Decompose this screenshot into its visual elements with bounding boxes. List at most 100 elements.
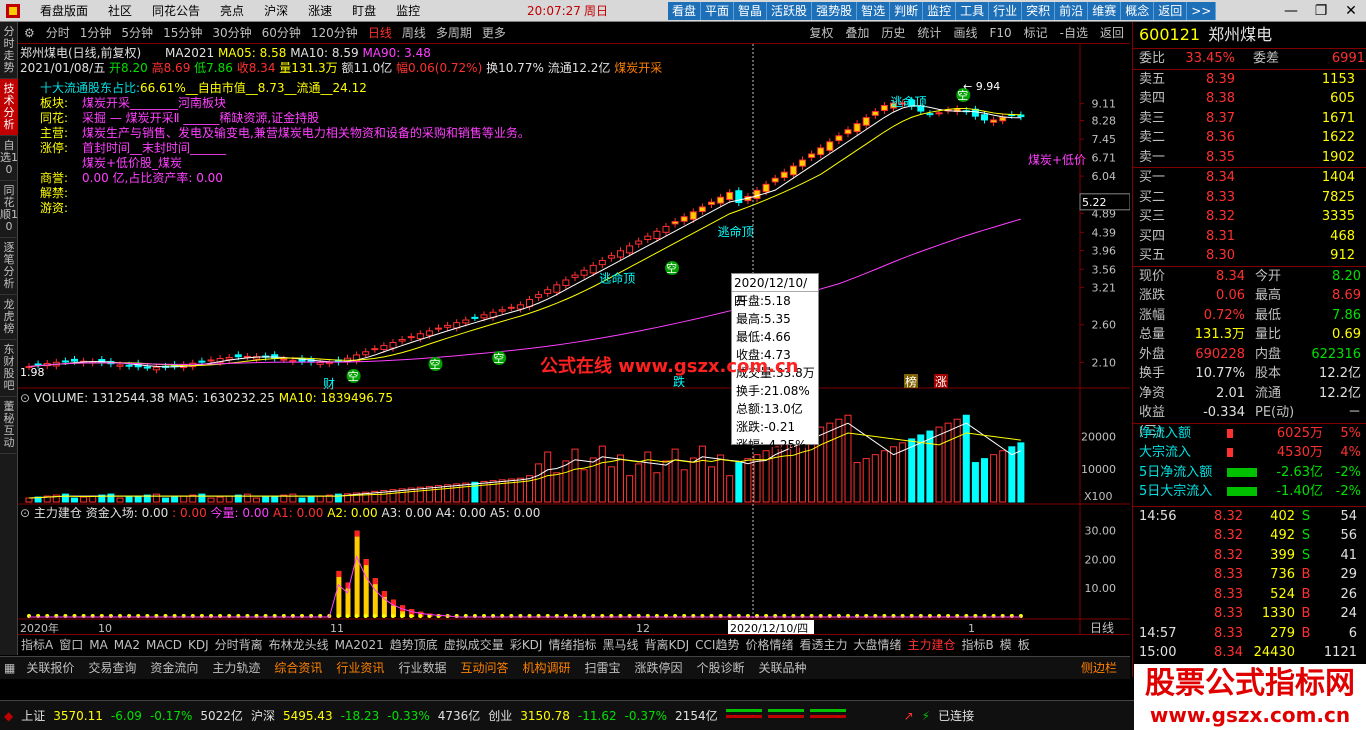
quick-button-7[interactable]: 监控 (923, 2, 957, 20)
bottom-tab-11[interactable]: 个股诊断 (690, 657, 752, 679)
indicator-tab-1[interactable]: 窗口 (56, 635, 86, 656)
menu-item-2[interactable]: 同花公告 (142, 0, 210, 22)
toolbar-button-5[interactable]: F10 (983, 22, 1017, 44)
period-tab-3[interactable]: 15分钟 (158, 22, 207, 44)
ask-row-2[interactable]: 卖三 8.37 1671 (1133, 109, 1366, 129)
period-tab-1[interactable]: 1分钟 (75, 22, 117, 44)
indicator-tab-5[interactable]: KDJ (185, 635, 212, 656)
period-tab-9[interactable]: 多周期 (431, 22, 477, 44)
ask-row-3[interactable]: 卖二 8.36 1622 (1133, 128, 1366, 148)
indicator-tab-15[interactable]: CCI趋势 (692, 635, 742, 656)
bottom-tab-6[interactable]: 行业数据 (391, 657, 453, 679)
period-tab-10[interactable]: 更多 (477, 22, 511, 44)
bottom-tab-1[interactable]: 交易查询 (81, 657, 143, 679)
menu-item-7[interactable]: 监控 (386, 0, 430, 22)
bottom-tab-9[interactable]: 扫雷宝 (577, 657, 627, 679)
vtab-6[interactable]: 东财股吧 (0, 340, 18, 397)
vtab-3[interactable]: 同花顺10 (0, 181, 18, 238)
chart-tool-icon[interactable]: ↗ (900, 701, 918, 730)
menu-item-4[interactable]: 沪深 (254, 0, 298, 22)
quick-button-2[interactable]: 智晶 (734, 2, 768, 20)
toolbar-button-6[interactable]: 标记 (1018, 22, 1054, 44)
quick-button-0[interactable]: 看盘 (668, 2, 702, 20)
quick-button-8[interactable]: 工具 (956, 2, 990, 20)
period-tab-5[interactable]: 60分钟 (257, 22, 306, 44)
indicator-tab-17[interactable]: 看透主力 (796, 635, 850, 656)
toolbar-button-2[interactable]: 历史 (875, 22, 911, 44)
sz-index-name[interactable]: 沪深 (247, 701, 279, 730)
quick-button-4[interactable]: 强势股 (812, 2, 858, 20)
bid-row-1[interactable]: 买二 8.33 7825 (1133, 188, 1366, 208)
period-tab-6[interactable]: 120分钟 (306, 22, 363, 44)
menu-item-3[interactable]: 亮点 (210, 0, 254, 22)
indicator-tab-6[interactable]: 分时背离 (212, 635, 266, 656)
toolbar-button-4[interactable]: 画线 (947, 22, 983, 44)
bottom-tab-10[interactable]: 涨跌停因 (628, 657, 690, 679)
bottom-tab-2[interactable]: 资金流向 (143, 657, 205, 679)
restore-icon[interactable]: ❐ (1306, 0, 1336, 22)
chart-area[interactable]: 9.11 8.28 7.45 6.71 6.04 4.89 4.39 3.96 3.56 3.21… (18, 44, 1131, 635)
sidebar-toggle[interactable]: 侧边栏 (1074, 657, 1124, 679)
indicator-tab-10[interactable]: 虚拟成交量 (441, 635, 507, 656)
vtab-7[interactable]: 董秘互动 (0, 397, 18, 454)
indicator-tab-9[interactable]: 趋势顶底 (387, 635, 441, 656)
quick-button-9[interactable]: 行业 (989, 2, 1023, 20)
toolbar-button-3[interactable]: 统计 (911, 22, 947, 44)
vtab-4[interactable]: 逐笔分析 (0, 238, 18, 295)
bottom-tab-0[interactable]: 关联报价 (19, 657, 81, 679)
indicator-tab-11[interactable]: 彩KDJ (507, 635, 546, 656)
bottom-tabs-menu-icon[interactable]: ▦ (0, 657, 19, 679)
close-icon[interactable]: ✕ (1336, 0, 1366, 22)
quick-button-13[interactable]: 概念 (1121, 2, 1155, 20)
period-tab-4[interactable]: 30分钟 (207, 22, 256, 44)
bid-row-3[interactable]: 买四 8.31 468 (1133, 227, 1366, 247)
indicator-tab-18[interactable]: 大盘情绪 (851, 635, 905, 656)
ask-row-1[interactable]: 卖四 8.38 605 (1133, 89, 1366, 109)
indicator-tab-14[interactable]: 背离KDJ (642, 635, 693, 656)
quick-button-1[interactable]: 平面 (701, 2, 735, 20)
vtab-2[interactable]: 自选10 (0, 136, 18, 181)
bottom-tab-5[interactable]: 行业资讯 (329, 657, 391, 679)
vtab-0[interactable]: 分时走势 (0, 22, 18, 79)
cy-index-name[interactable]: 创业 (484, 701, 516, 730)
period-tab-8[interactable]: 周线 (397, 22, 431, 44)
bid-row-2[interactable]: 买三 8.32 3335 (1133, 207, 1366, 227)
indicator-tab-16[interactable]: 价格情绪 (742, 635, 796, 656)
quick-button-15[interactable]: >> (1187, 2, 1217, 20)
indicator-tab-2[interactable]: MA (86, 635, 111, 656)
bottom-tab-3[interactable]: 主力轨迹 (205, 657, 267, 679)
indicator-tab-20[interactable]: 指标B (959, 635, 997, 656)
period-tab-2[interactable]: 5分钟 (116, 22, 158, 44)
volume-collapse-icon[interactable]: ⊙ (20, 391, 30, 405)
bottom-tab-8[interactable]: 机构调研 (515, 657, 577, 679)
bottom-tab-12[interactable]: 关联品种 (752, 657, 814, 679)
menu-item-1[interactable]: 社区 (98, 0, 142, 22)
toolbar-button-8[interactable]: 返回 (1094, 22, 1130, 44)
bottom-tab-7[interactable]: 互动问答 (453, 657, 515, 679)
period-tab-0[interactable]: 分时 (41, 22, 75, 44)
ask-row-4[interactable]: 卖一 8.35 1902 (1133, 148, 1366, 168)
menu-item-5[interactable]: 涨速 (298, 0, 342, 22)
indicator-tab-13[interactable]: 黑马线 (599, 635, 641, 656)
vtab-1[interactable]: 技术分析 (0, 79, 18, 136)
quick-button-14[interactable]: 返回 (1154, 2, 1188, 20)
ask-row-0[interactable]: 卖五 8.39 1153 (1133, 70, 1366, 90)
indicator-tab-4[interactable]: MACD (143, 635, 185, 656)
menu-item-0[interactable]: 看盘版面 (30, 0, 98, 22)
bid-row-4[interactable]: 买五 8.30 912 (1133, 246, 1366, 266)
menu-item-6[interactable]: 盯盘 (342, 0, 386, 22)
quick-button-6[interactable]: 判断 (890, 2, 924, 20)
indicator-tab-0[interactable]: 指标A (18, 635, 56, 656)
bid-row-0[interactable]: 买一 8.34 1404 (1133, 168, 1366, 188)
indicator-tab-12[interactable]: 情绪指标 (545, 635, 599, 656)
quick-button-10[interactable]: 突积 (1022, 2, 1056, 20)
quick-button-3[interactable]: 活跃股 (767, 2, 813, 20)
toolbar-button-0[interactable]: 复权 (803, 22, 839, 44)
quick-button-11[interactable]: 前沿 (1055, 2, 1089, 20)
indicator-tab-22[interactable]: 板 (1015, 635, 1033, 656)
period-tab-7[interactable]: 日线 (363, 22, 397, 44)
quick-button-5[interactable]: 智选 (857, 2, 891, 20)
indicator-collapse-icon[interactable]: ⊙ (20, 506, 30, 520)
toolbar-button-7[interactable]: -自选 (1054, 22, 1094, 44)
indicator-tab-19[interactable]: 主力建仓 (905, 635, 959, 656)
